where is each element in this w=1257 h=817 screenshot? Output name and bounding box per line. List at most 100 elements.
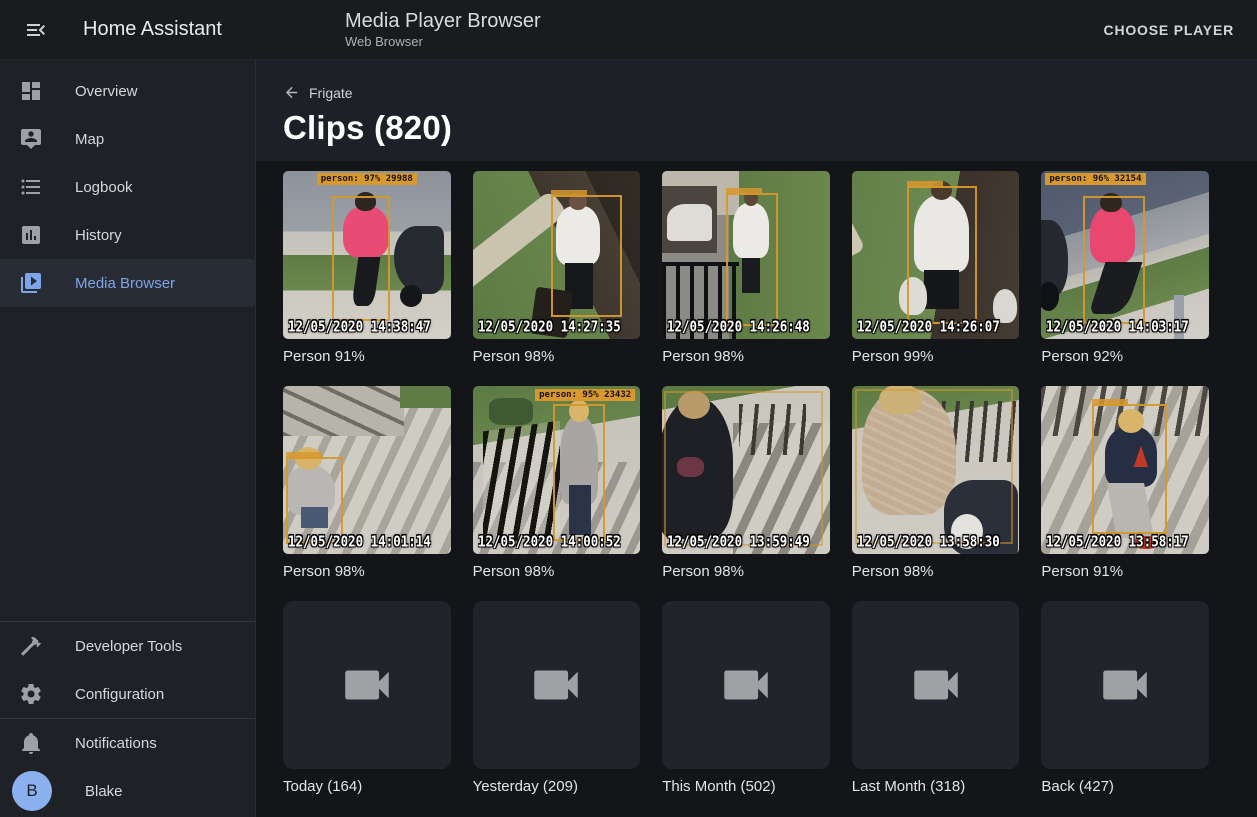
app-title: Home Assistant bbox=[83, 18, 222, 41]
clip-card[interactable]: person: 96% 32154 12/05/2020 14:03:17 Pe… bbox=[1041, 171, 1209, 365]
bell-icon bbox=[19, 731, 43, 755]
folder-label: Yesterday (209) bbox=[473, 778, 641, 795]
folder-label: Today (164) bbox=[283, 778, 451, 795]
clip-timestamp: 12/05/2020 14:03:17 bbox=[1046, 318, 1189, 336]
arrow-left-icon bbox=[283, 84, 300, 101]
clip-timestamp: 12/05/2020 14:38:47 bbox=[288, 318, 431, 336]
sidebar-item-label: Configuration bbox=[75, 686, 164, 703]
sidebar-item-developer-tools[interactable]: Developer Tools bbox=[0, 622, 255, 670]
sidebar-item-history[interactable]: History bbox=[0, 211, 255, 259]
panel-subtitle: Web Browser bbox=[345, 34, 541, 50]
clip-thumbnail: person: 95% 23432 12/05/2020 14:00:52 bbox=[473, 386, 641, 554]
user-name: Blake bbox=[85, 783, 123, 800]
sidebar-item-logbook[interactable]: Logbook bbox=[0, 163, 255, 211]
clip-card[interactable]: person: 95% 23432 12/05/2020 14:00:52 Pe… bbox=[473, 386, 641, 580]
sidebar-spacer bbox=[0, 307, 255, 621]
chart-box-icon bbox=[19, 223, 43, 247]
clip-thumbnail: 12/05/2020 14:01:14 bbox=[283, 386, 451, 554]
clip-caption: Person 98% bbox=[852, 563, 1020, 580]
play-box-multiple-icon bbox=[19, 271, 43, 295]
detection-bbox bbox=[726, 193, 778, 326]
sidebar-toggle-button[interactable] bbox=[18, 12, 54, 48]
menu-open-icon bbox=[24, 18, 48, 42]
clip-timestamp: 12/05/2020 13:59:49 bbox=[667, 533, 810, 551]
detection-bbox bbox=[855, 389, 1013, 544]
video-icon bbox=[338, 656, 396, 714]
clip-caption: Person 98% bbox=[473, 563, 641, 580]
folder-card-today[interactable]: Today (164) bbox=[283, 601, 451, 795]
clip-thumbnail: 12/05/2020 14:27:35 bbox=[473, 171, 641, 339]
tooltip-account-icon bbox=[19, 127, 43, 151]
clip-thumbnail: person: 97% 29988 12/05/2020 14:38:47 bbox=[283, 171, 451, 339]
sidebar-item-media-browser[interactable]: Media Browser bbox=[0, 259, 255, 307]
clip-timestamp: 12/05/2020 14:27:35 bbox=[478, 318, 621, 336]
folder-card-yesterday[interactable]: Yesterday (209) bbox=[473, 601, 641, 795]
clip-timestamp: 12/05/2020 14:26:48 bbox=[667, 318, 810, 336]
topbar-left: Home Assistant bbox=[0, 12, 256, 48]
detection-bbox bbox=[1092, 404, 1167, 533]
clip-timestamp: 12/05/2020 14:01:14 bbox=[288, 533, 431, 551]
clip-thumbnail: 12/05/2020 14:26:48 bbox=[662, 171, 830, 339]
panel-heading: Media Player Browser Web Browser bbox=[345, 9, 541, 50]
clip-thumbnail: 12/05/2020 14:26:07 bbox=[852, 171, 1020, 339]
clip-caption: Person 98% bbox=[283, 563, 451, 580]
clip-card[interactable]: 12/05/2020 14:26:48 Person 98% bbox=[662, 171, 830, 365]
folder-card-this-month[interactable]: This Month (502) bbox=[662, 601, 830, 795]
clip-caption: Person 91% bbox=[1041, 563, 1209, 580]
clip-card[interactable]: 12/05/2020 14:01:14 Person 98% bbox=[283, 386, 451, 580]
folder-card-back[interactable]: Back (427) bbox=[1041, 601, 1209, 795]
clip-caption: Person 98% bbox=[473, 348, 641, 365]
sidebar-nav: Overview Map Logbook History Media Brows… bbox=[0, 60, 255, 307]
video-icon bbox=[907, 656, 965, 714]
clip-thumbnail: 12/05/2020 13:59:49 bbox=[662, 386, 830, 554]
sidebar-item-label: Logbook bbox=[75, 179, 133, 196]
sidebar-item-notifications[interactable]: Notifications bbox=[0, 719, 255, 767]
detection-label: person: 97% 29988 bbox=[317, 173, 417, 185]
clip-timestamp: 12/05/2020 14:00:52 bbox=[478, 533, 621, 551]
view-dashboard-icon bbox=[19, 79, 43, 103]
clip-caption: Person 91% bbox=[283, 348, 451, 365]
clip-card[interactable]: 12/05/2020 14:27:35 Person 98% bbox=[473, 171, 641, 365]
detection-bbox bbox=[286, 457, 343, 544]
detection-bbox bbox=[907, 186, 977, 324]
clip-card[interactable]: 12/05/2020 14:26:07 Person 99% bbox=[852, 171, 1020, 365]
sidebar-item-overview[interactable]: Overview bbox=[0, 67, 255, 115]
video-icon bbox=[527, 656, 585, 714]
clip-caption: Person 99% bbox=[852, 348, 1020, 365]
choose-player-button[interactable]: CHOOSE PLAYER bbox=[1096, 14, 1242, 46]
clip-thumbnail: person: 96% 32154 12/05/2020 14:03:17 bbox=[1041, 171, 1209, 339]
browser-header: Frigate Clips (820) bbox=[256, 60, 1257, 161]
panel-title: Media Player Browser bbox=[345, 9, 541, 33]
folder-label: Back (427) bbox=[1041, 778, 1209, 795]
clip-card[interactable]: 12/05/2020 13:58:17 Person 91% bbox=[1041, 386, 1209, 580]
hammer-icon bbox=[19, 634, 43, 658]
clip-timestamp: 12/05/2020 14:26:07 bbox=[857, 318, 1000, 336]
sidebar-item-label: Media Browser bbox=[75, 275, 175, 292]
folder-thumbnail bbox=[473, 601, 641, 769]
folder-thumbnail bbox=[1041, 601, 1209, 769]
folder-thumbnail bbox=[283, 601, 451, 769]
detection-bbox bbox=[1083, 196, 1145, 324]
sidebar: Overview Map Logbook History Media Brows… bbox=[0, 60, 256, 817]
detection-bbox bbox=[332, 196, 391, 320]
folder-card-last-month[interactable]: Last Month (318) bbox=[852, 601, 1020, 795]
breadcrumb-back[interactable]: Frigate bbox=[283, 84, 353, 101]
clip-card[interactable]: person: 97% 29988 12/05/2020 14:38:47 Pe… bbox=[283, 171, 451, 365]
clip-card[interactable]: 12/05/2020 13:58:30 Person 98% bbox=[852, 386, 1020, 580]
clip-card[interactable]: 12/05/2020 13:59:49 Person 98% bbox=[662, 386, 830, 580]
sidebar-item-label: Developer Tools bbox=[75, 638, 182, 655]
sidebar-item-user[interactable]: B Blake bbox=[0, 767, 255, 815]
sidebar-item-configuration[interactable]: Configuration bbox=[0, 670, 255, 718]
folder-thumbnail bbox=[852, 601, 1020, 769]
format-list-bulleted-icon bbox=[19, 175, 43, 199]
sidebar-bottom: Notifications B Blake bbox=[0, 719, 255, 817]
sidebar-tools: Developer Tools Configuration bbox=[0, 622, 255, 718]
media-grid: person: 97% 29988 12/05/2020 14:38:47 Pe… bbox=[256, 161, 1257, 795]
detection-bbox bbox=[553, 404, 605, 540]
clip-timestamp: 12/05/2020 13:58:30 bbox=[857, 533, 1000, 551]
cog-icon bbox=[19, 682, 43, 706]
sidebar-item-map[interactable]: Map bbox=[0, 115, 255, 163]
clip-caption: Person 92% bbox=[1041, 348, 1209, 365]
clip-thumbnail: 12/05/2020 13:58:30 bbox=[852, 386, 1020, 554]
breadcrumb-label: Frigate bbox=[309, 85, 353, 101]
